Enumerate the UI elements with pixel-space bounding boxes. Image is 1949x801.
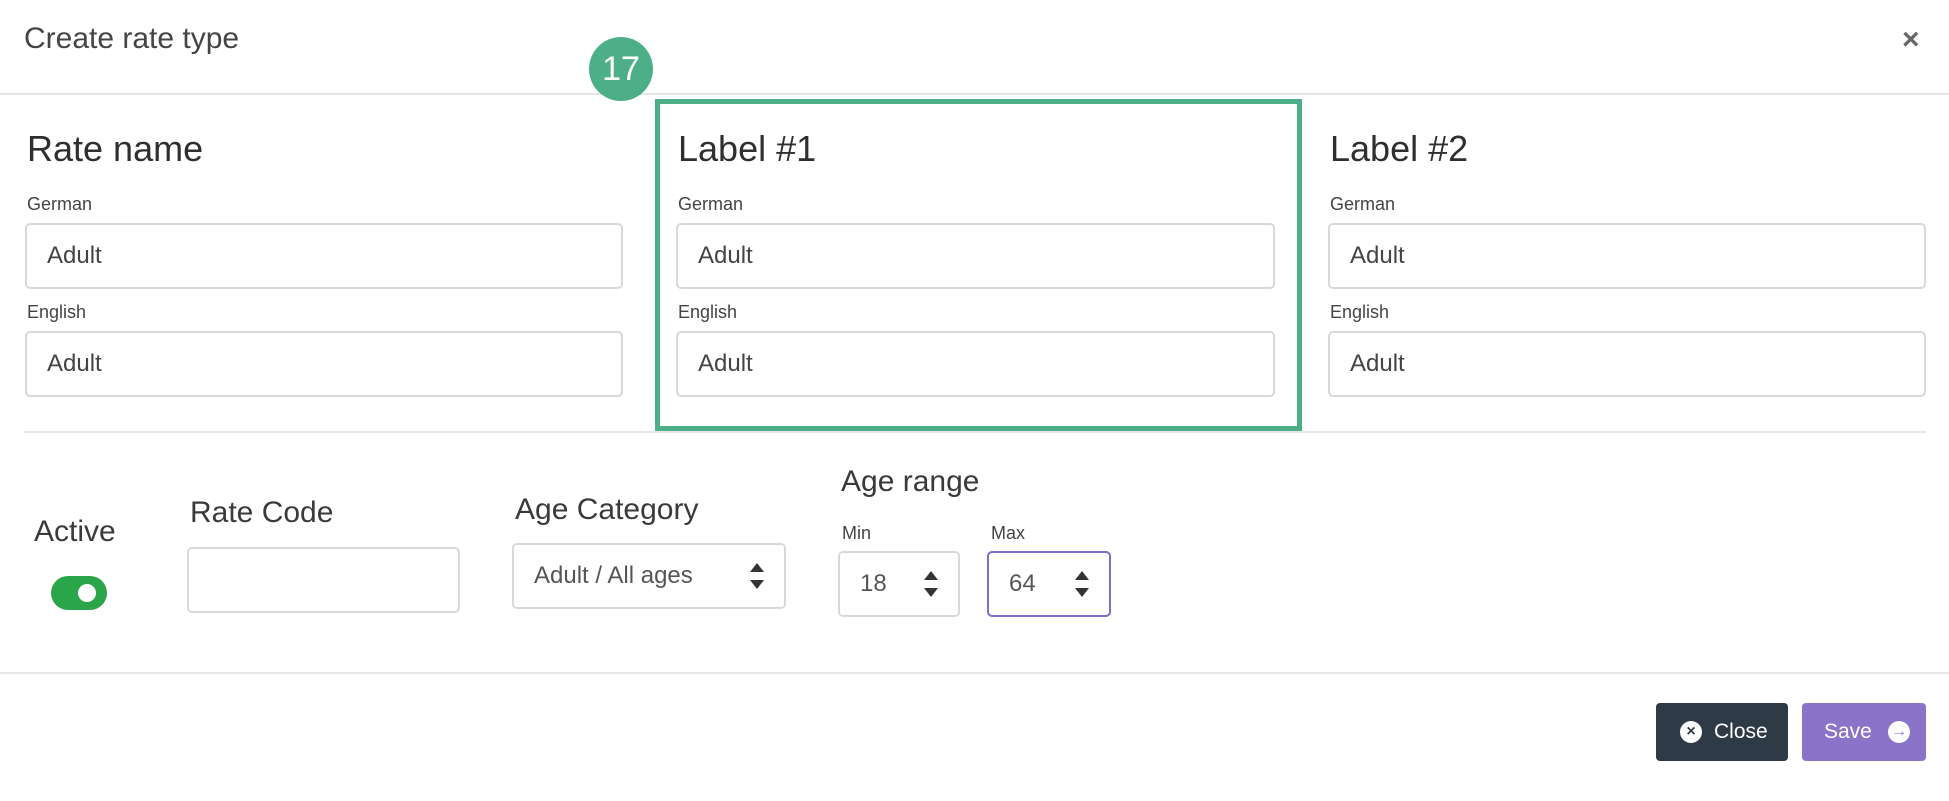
- label-2-english-input[interactable]: [1328, 331, 1926, 397]
- close-button[interactable]: × Close: [1656, 703, 1788, 761]
- modal-title: Create rate type: [24, 22, 240, 55]
- close-button-label: Close: [1714, 720, 1768, 743]
- max-label: Max: [991, 523, 1026, 543]
- label-1-german-label: German: [678, 194, 744, 214]
- rate-name-german-input[interactable]: [25, 223, 623, 289]
- label-1-english-label: English: [678, 302, 738, 322]
- max-age-stepper[interactable]: 64: [987, 551, 1111, 617]
- label-2-german-label: German: [1330, 194, 1396, 214]
- save-button[interactable]: Save →: [1802, 703, 1926, 761]
- save-button-label: Save: [1824, 720, 1872, 743]
- close-circle-icon: ×: [1680, 721, 1702, 743]
- modal-header: Create rate type ×: [0, 0, 1949, 95]
- age-category-select[interactable]: Adult / All ages: [512, 543, 786, 609]
- close-icon[interactable]: ×: [1902, 22, 1920, 58]
- section-divider: [24, 431, 1926, 433]
- label-1-german-input[interactable]: [676, 223, 1275, 289]
- rate-name-title: Rate name: [27, 128, 204, 169]
- arrow-right-circle-icon: →: [1888, 721, 1910, 743]
- min-age-value: 18: [860, 570, 887, 597]
- rate-name-german-label: German: [27, 194, 93, 214]
- sort-icon: [750, 563, 764, 589]
- label-1-english-input[interactable]: [676, 331, 1275, 397]
- stepper-icon: [1075, 571, 1089, 597]
- rate-name-english-input[interactable]: [25, 331, 623, 397]
- step-badge: 17: [589, 37, 653, 101]
- stepper-icon: [924, 571, 938, 597]
- age-category-value: Adult / All ages: [534, 562, 693, 589]
- active-label: Active: [34, 515, 116, 548]
- min-label: Min: [842, 523, 872, 543]
- active-toggle[interactable]: [51, 576, 107, 610]
- toggle-knob: [78, 584, 96, 602]
- rate-code-label: Rate Code: [190, 496, 334, 529]
- age-category-label: Age Category: [515, 493, 699, 526]
- min-age-stepper[interactable]: 18: [838, 551, 960, 617]
- age-range-label: Age range: [841, 465, 980, 498]
- max-age-value: 64: [1009, 570, 1036, 597]
- label-2-title: Label #2: [1330, 128, 1469, 169]
- rate-code-input[interactable]: [187, 547, 460, 613]
- label-2-english-label: English: [1330, 302, 1390, 322]
- label-1-title: Label #1: [678, 128, 817, 169]
- rate-name-english-label: English: [27, 302, 87, 322]
- footer-divider: [0, 672, 1949, 674]
- label-2-german-input[interactable]: [1328, 223, 1926, 289]
